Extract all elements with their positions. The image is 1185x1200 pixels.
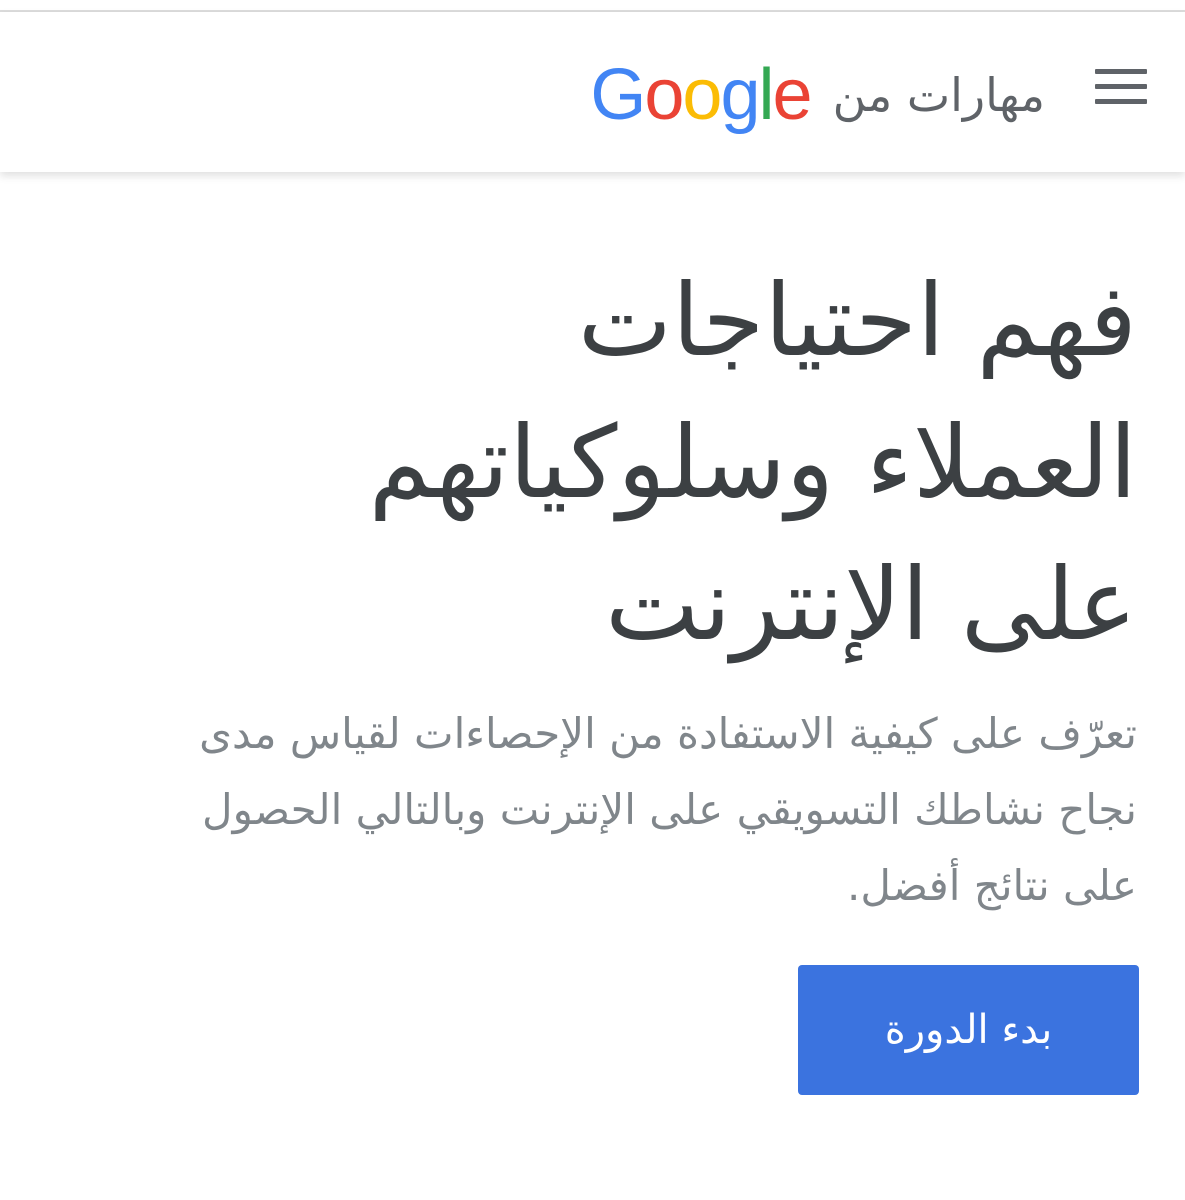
- menu-button[interactable]: [1095, 69, 1149, 109]
- main-content: فهم احتياجات العملاء وسلوكياتهم على الإن…: [0, 172, 1185, 1200]
- description-line: نجاح نشاطك التسويقي على الإنترنت وبالتال…: [202, 785, 1137, 834]
- google-logo-letter: o: [682, 55, 722, 135]
- headline-line: فهم احتياجات: [577, 262, 1137, 379]
- description-line: على نتائج أفضل.: [847, 861, 1137, 910]
- headline-line: العملاء وسلوكياتهم: [368, 404, 1137, 521]
- site-header: مهارات من Google: [0, 12, 1185, 172]
- description-line: تعرّف على كيفية الاستفادة من الإحصاءات ل…: [199, 709, 1137, 758]
- google-logo-letter: o: [644, 55, 684, 135]
- google-logo-letter: e: [772, 55, 813, 135]
- page-headline: فهم احتياجات العملاء وسلوكياتهم على الإن…: [57, 250, 1137, 676]
- headline-line: على الإنترنت: [605, 546, 1137, 663]
- google-logo: Google: [590, 59, 812, 131]
- google-logo-letter: G: [590, 55, 646, 135]
- brand-home-link[interactable]: مهارات من Google: [590, 50, 1045, 140]
- google-logo-letter: g: [720, 55, 760, 135]
- brand-text: مهارات من: [832, 68, 1045, 122]
- google-logo-letter: l: [758, 55, 775, 135]
- start-course-button[interactable]: بدء الدورة: [798, 965, 1139, 1095]
- course-description: تعرّف على كيفية الاستفادة من الإحصاءات ل…: [47, 696, 1137, 924]
